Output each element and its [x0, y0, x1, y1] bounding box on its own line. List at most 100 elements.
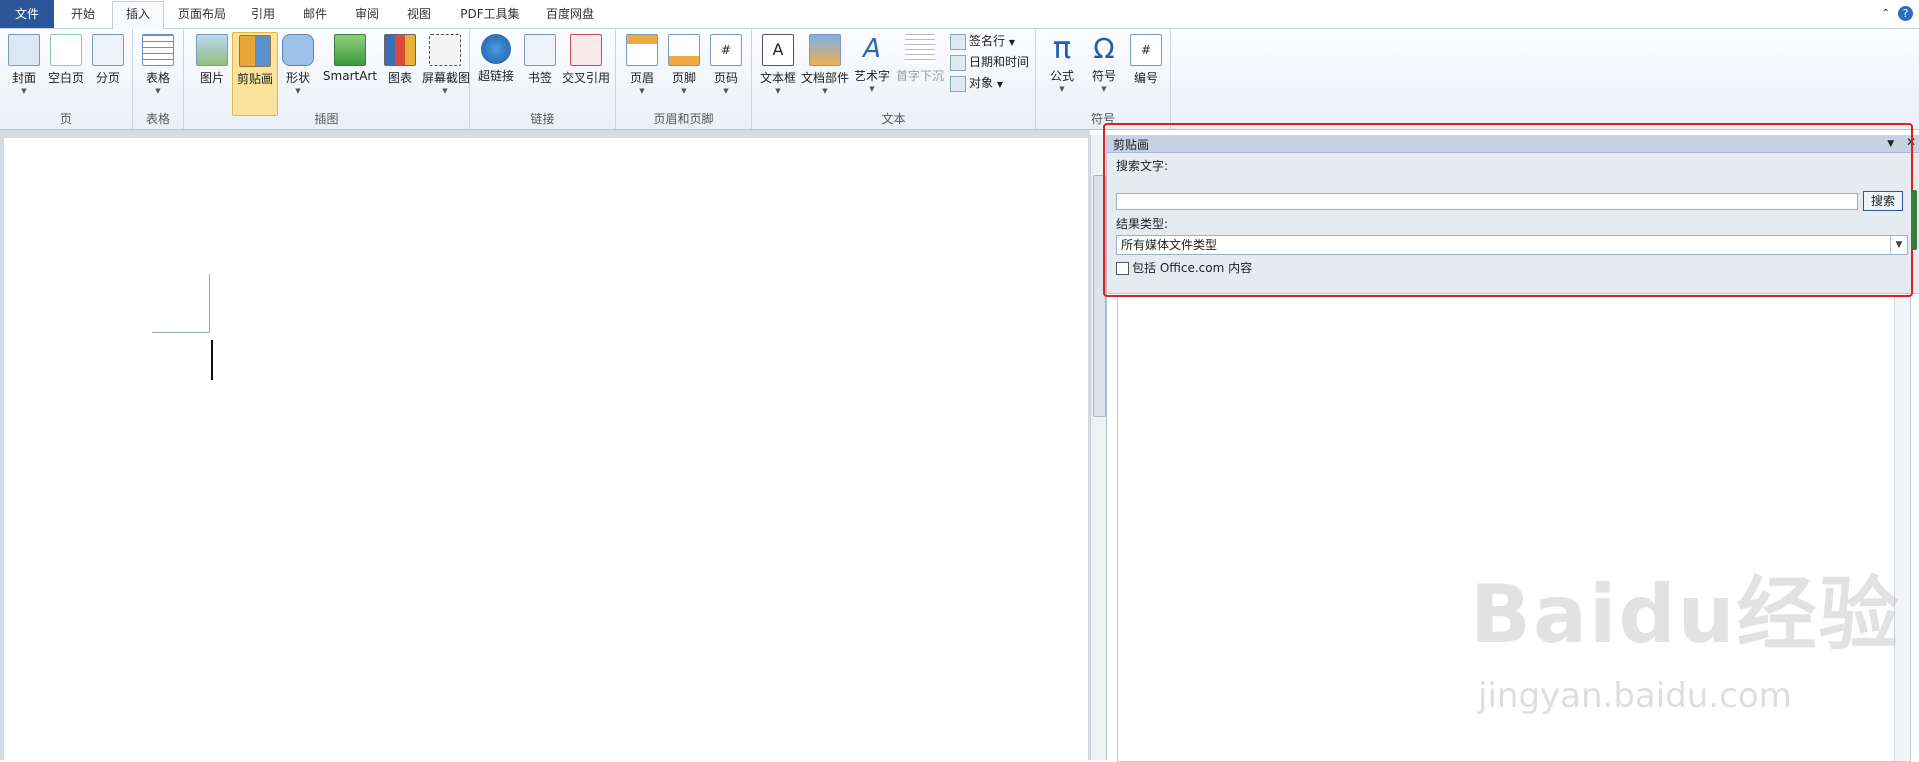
document-scrollbar[interactable]: [1090, 135, 1106, 760]
watermark-logo: Baidu经验: [1470, 568, 1901, 661]
wordart-icon: A: [863, 34, 881, 64]
textbox-button[interactable]: A 文本框 ▼: [756, 32, 800, 114]
margin-corner-mark: [209, 274, 210, 332]
numbering-button[interactable]: # 编号: [1124, 32, 1168, 114]
watermark-url: jingyan.baidu.com: [1478, 676, 1792, 716]
pi-icon: π: [1052, 31, 1072, 66]
group-table: 表格 ▼ 表格: [133, 29, 184, 129]
search-label: 搜索文字:: [1116, 159, 1169, 173]
group-label-links: 链接: [530, 112, 555, 126]
cover-button[interactable]: 封面 ▼: [2, 32, 46, 114]
pane-menu-icon[interactable]: ▼: [1887, 139, 1894, 149]
group-links: 超链接 书签 交叉引用 链接: [470, 29, 616, 129]
scrollbar-thumb[interactable]: [1093, 175, 1106, 417]
header-button[interactable]: 页眉 ▼: [620, 32, 664, 114]
chevron-down-icon: ▼: [681, 87, 687, 95]
include-office-checkbox[interactable]: [1116, 262, 1129, 275]
signature-icon: [950, 33, 966, 50]
picture-icon: [196, 34, 228, 66]
quick-parts-button[interactable]: 文档部件 ▼: [800, 32, 850, 114]
close-icon[interactable]: ✕: [1906, 135, 1916, 149]
chevron-down-icon: ▼: [1008, 38, 1015, 47]
include-office-label: 包括 Office.com 内容: [1132, 261, 1253, 275]
results-scrollbar[interactable]: [1894, 296, 1910, 761]
clipart-task-pane: 剪贴画 ▼ ✕ 搜索文字: 搜索 结果类型: 所有媒体文件类型 ▼ 包括 Off…: [1106, 135, 1919, 762]
pane-header: 剪贴画 ▼ ✕: [1107, 135, 1919, 153]
tab-insert[interactable]: 插入: [112, 1, 164, 29]
page-break-icon: [92, 34, 124, 66]
margin-corner-mark: [152, 332, 210, 333]
chart-button[interactable]: 图表: [378, 32, 422, 114]
screenshot-button[interactable]: 屏幕截图 ▼: [422, 32, 470, 114]
omega-icon: Ω: [1093, 32, 1115, 65]
footer-button[interactable]: 页脚 ▼: [662, 32, 706, 114]
ribbon: 封面 ▼ 空白页 分页 页 表格 ▼ 表格 图片 剪贴画 形状 ▼ SmartA…: [0, 29, 1919, 130]
tab-file[interactable]: 文件: [0, 0, 54, 28]
table-button[interactable]: 表格 ▼: [136, 32, 180, 114]
chevron-down-icon: ▼: [1059, 85, 1065, 93]
object-button[interactable]: 对象 ▼: [950, 73, 1003, 93]
tab-baidu-netdisk[interactable]: 百度网盘: [536, 2, 604, 26]
document-area: [0, 130, 1090, 760]
search-input[interactable]: [1116, 193, 1858, 210]
picture-button[interactable]: 图片: [190, 32, 234, 114]
globe-icon: [481, 34, 511, 64]
signature-line-button[interactable]: 签名行 ▼: [950, 31, 1015, 51]
page-number-button[interactable]: # 页码 ▼: [704, 32, 748, 114]
text-cursor: [211, 340, 213, 380]
chart-icon: [384, 34, 416, 66]
chevron-down-icon: ▼: [723, 87, 729, 95]
chevron-down-icon[interactable]: ▼: [1890, 236, 1907, 254]
dropcap-icon: [905, 34, 935, 64]
hyperlink-button[interactable]: 超链接: [474, 32, 518, 114]
chevron-down-icon: ▼: [295, 87, 301, 95]
footer-icon: [668, 34, 700, 66]
tab-pdf-tools[interactable]: PDF工具集: [450, 2, 530, 26]
chevron-down-icon: ▼: [869, 85, 875, 93]
numbering-icon: #: [1130, 34, 1162, 66]
shapes-icon: [282, 34, 314, 66]
tab-mailings[interactable]: 邮件: [292, 2, 338, 26]
chevron-down-icon: ▼: [996, 80, 1003, 89]
chevron-down-icon: ▼: [21, 87, 27, 95]
page-break-button[interactable]: 分页: [86, 32, 130, 114]
equation-button[interactable]: π 公式 ▼: [1040, 32, 1084, 114]
group-page: 封面 ▼ 空白页 分页 页: [0, 29, 133, 129]
include-office-row[interactable]: 包括 Office.com 内容: [1116, 259, 1252, 276]
chevron-down-icon: ▼: [775, 87, 781, 95]
date-time-button[interactable]: 日期和时间: [950, 52, 1029, 72]
shapes-button[interactable]: 形状 ▼: [276, 32, 320, 114]
tab-view[interactable]: 视图: [396, 2, 442, 26]
tab-references[interactable]: 引用: [240, 2, 286, 26]
blank-page-icon: [50, 34, 82, 66]
tab-page-layout[interactable]: 页面布局: [170, 2, 234, 26]
smartart-button[interactable]: SmartArt: [320, 32, 380, 114]
wordart-button[interactable]: A 艺术字 ▼: [850, 32, 894, 114]
group-symbols: π 公式 ▼ Ω 符号 ▼ # 编号 符号: [1036, 29, 1171, 129]
chevron-down-icon: ▼: [639, 87, 645, 95]
chevron-down-icon: ▼: [1101, 85, 1107, 93]
symbol-button[interactable]: Ω 符号 ▼: [1082, 32, 1126, 114]
clipart-button[interactable]: 剪贴画: [232, 32, 278, 116]
collapse-ribbon-icon[interactable]: ⌃: [1882, 8, 1890, 19]
help-icon[interactable]: ?: [1898, 6, 1913, 21]
pane-title: 剪贴画: [1113, 138, 1150, 152]
tab-review[interactable]: 审阅: [344, 2, 390, 26]
blank-page-button[interactable]: 空白页: [44, 32, 88, 114]
result-type-select[interactable]: 所有媒体文件类型 ▼: [1116, 235, 1908, 255]
group-label-text: 文本: [881, 112, 906, 126]
calendar-icon: [950, 54, 966, 71]
document-page[interactable]: [4, 138, 1088, 760]
table-icon: [142, 34, 174, 66]
tabbar-controls: ⌃ ?: [1882, 6, 1913, 21]
crossref-button[interactable]: 交叉引用: [560, 32, 612, 114]
group-illustration: 图片 剪贴画 形状 ▼ SmartArt 图表 屏幕截图 ▼ 插图: [184, 29, 470, 129]
page-number-icon: #: [710, 34, 742, 66]
tab-home[interactable]: 开始: [58, 2, 108, 26]
group-label-header-footer: 页眉和页脚: [653, 112, 714, 126]
chevron-down-icon: ▼: [155, 87, 161, 95]
search-button[interactable]: 搜索: [1863, 191, 1903, 211]
bookmark-button[interactable]: 书签: [518, 32, 562, 114]
group-text: A 文本框 ▼ 文档部件 ▼ A 艺术字 ▼ 首字下沉 签名行 ▼ 日期和时间 对象 …: [752, 29, 1036, 129]
dropcap-button[interactable]: 首字下沉: [894, 32, 946, 114]
